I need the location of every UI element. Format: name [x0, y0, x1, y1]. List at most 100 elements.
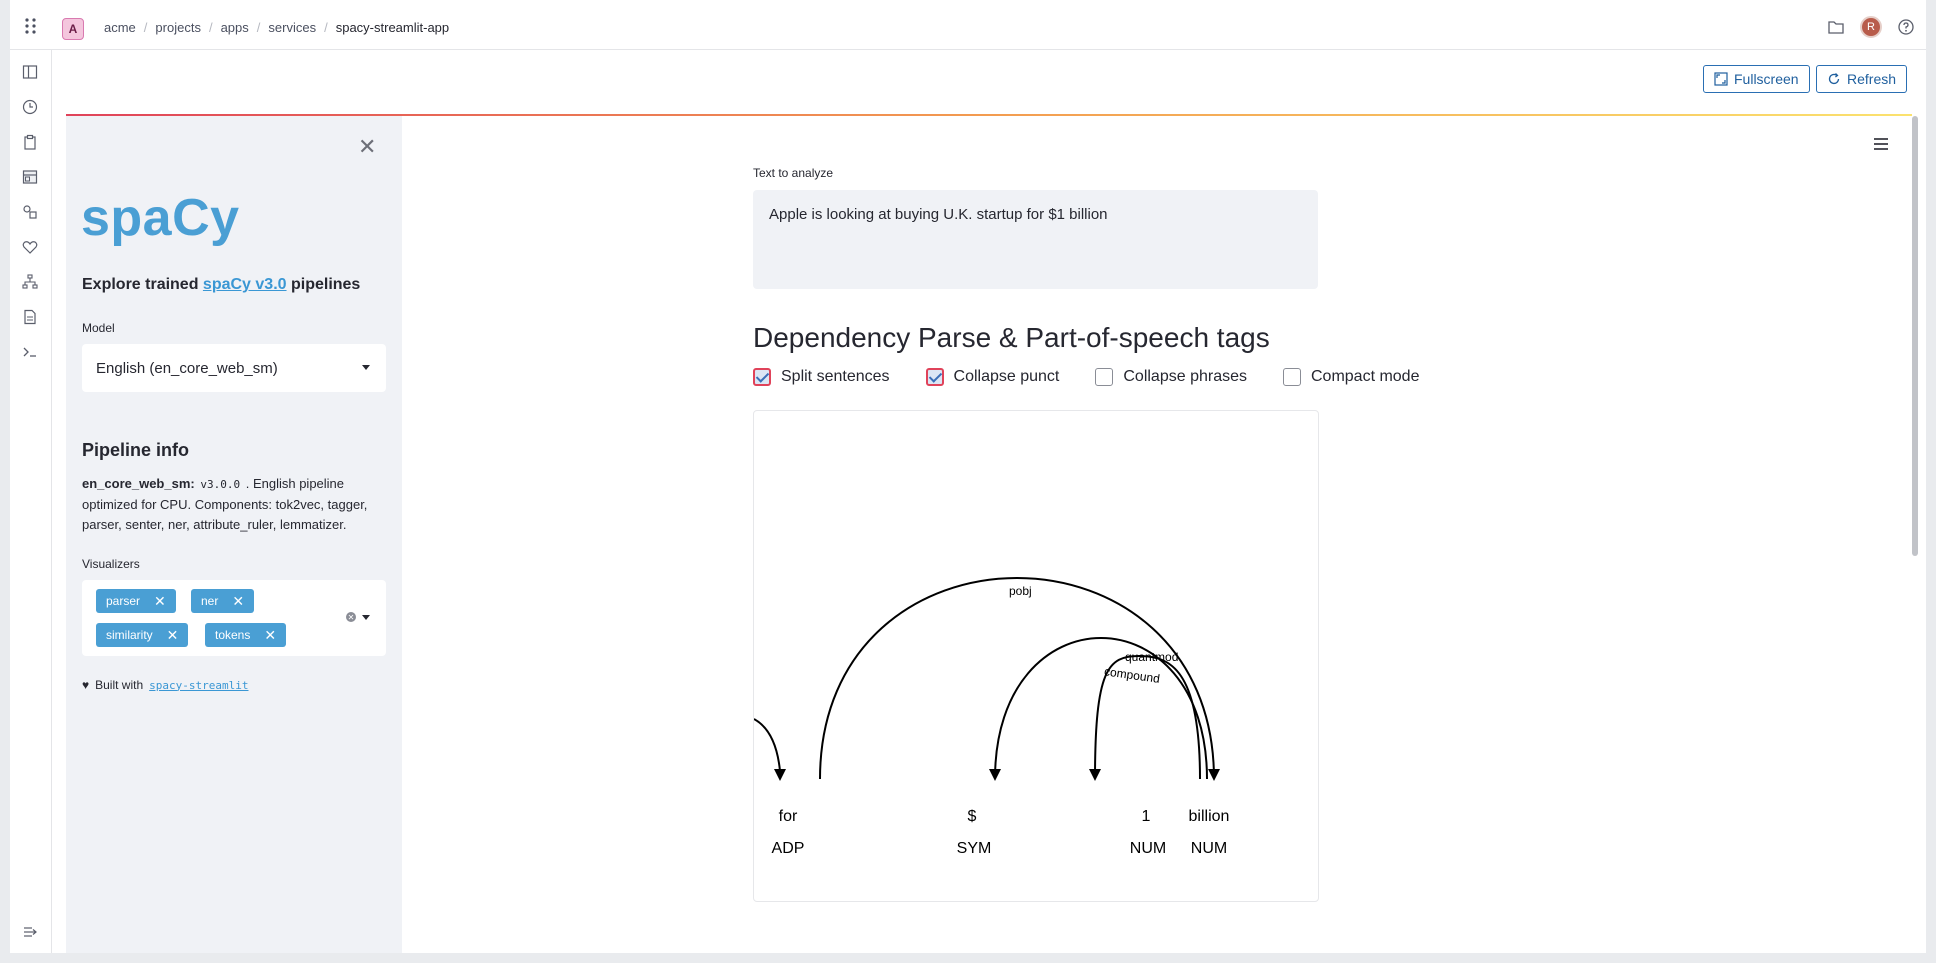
dashboard-icon[interactable]: [22, 169, 38, 185]
checkbox-label: Collapse phrases: [1123, 368, 1247, 385]
spacy-version-link[interactable]: spaCy v3.0: [203, 276, 287, 293]
arc-label-pobj: pobj: [1009, 584, 1032, 598]
token-word: billion: [1189, 808, 1230, 825]
model-label: Model: [82, 321, 115, 335]
model-select-value: English (en_core_web_sm): [96, 359, 278, 377]
clear-all-icon[interactable]: ✕: [346, 612, 356, 622]
document-icon[interactable]: [22, 309, 38, 325]
close-sidebar-icon[interactable]: ✕: [358, 134, 376, 160]
pipeline-info-text: en_core_web_sm: v3.0.0 . English pipelin…: [82, 474, 392, 535]
text-to-analyze-input[interactable]: [753, 190, 1318, 289]
avatar[interactable]: R: [1860, 16, 1882, 38]
explore-heading: Explore trained spaCy v3.0 pipelines: [82, 276, 360, 294]
expand-rail-icon[interactable]: [22, 924, 38, 940]
breadcrumb-services[interactable]: services: [268, 20, 316, 35]
breadcrumb-projects[interactable]: projects: [155, 20, 201, 35]
explore-prefix: Explore trained: [82, 276, 203, 293]
token-tag: ADP: [772, 840, 805, 857]
breadcrumb-separator: /: [256, 20, 261, 35]
checkbox-checked-icon[interactable]: [925, 368, 944, 386]
dependency-parse-svg: pobj quantmod compound for ADP $ SYM 1 N…: [754, 577, 1230, 857]
checkbox-label: Split sentences: [781, 368, 890, 385]
built-with-text: Built with: [95, 678, 144, 692]
checkbox-unchecked-icon[interactable]: [1095, 368, 1114, 386]
checkbox-label: Collapse punct: [953, 368, 1060, 385]
shapes-icon[interactable]: [22, 204, 38, 220]
section-title: Dependency Parse & Part-of-speech tags: [753, 322, 1270, 353]
arrowhead: [1089, 769, 1101, 781]
built-with-note: ♥ Built with spacy-streamlit: [82, 678, 249, 692]
top-navigation-bar: A acme / projects / apps / services / sp…: [10, 0, 1926, 50]
fullscreen-icon: [1714, 72, 1728, 86]
token-word: 1: [1142, 808, 1151, 825]
workspace-badge[interactable]: A: [62, 18, 84, 40]
panel-icon[interactable]: [22, 64, 38, 80]
visualizers-multiselect[interactable]: parser ✕ ner ✕ similarity ✕ tokens ✕ ✕: [82, 580, 386, 656]
remove-chip-icon[interactable]: ✕: [264, 627, 276, 644]
chip-label: ner: [201, 594, 219, 608]
arrowhead: [1208, 769, 1220, 781]
breadcrumb-separator: /: [143, 20, 148, 35]
chip-label: parser: [106, 594, 141, 608]
remove-chip-icon[interactable]: ✕: [232, 593, 244, 610]
remove-chip-icon[interactable]: ✕: [167, 627, 179, 644]
help-icon[interactable]: [1898, 19, 1914, 35]
streamlit-sidebar: ✕ spaCy Explore trained spaCy v3.0 pipel…: [66, 116, 402, 953]
arrowhead: [774, 769, 786, 781]
chip-similarity: similarity ✕: [96, 623, 189, 647]
hierarchy-icon[interactable]: [22, 274, 38, 290]
token-tag: NUM: [1130, 840, 1166, 857]
remove-chip-icon[interactable]: ✕: [154, 593, 166, 610]
compact-mode-checkbox[interactable]: Compact mode: [1282, 368, 1419, 386]
parse-options: Split sentences Collapse punct Collapse …: [753, 368, 1419, 386]
breadcrumb-separator: /: [324, 20, 328, 35]
pipeline-name: en_core_web_sm:: [82, 476, 195, 491]
spacy-streamlit-link[interactable]: spacy-streamlit: [149, 679, 248, 692]
collapse-phrases-checkbox[interactable]: Collapse phrases: [1095, 368, 1247, 386]
folder-icon[interactable]: [1828, 20, 1844, 34]
visualizers-label: Visualizers: [82, 557, 140, 571]
token-word: for: [779, 808, 798, 825]
history-icon[interactable]: [22, 99, 38, 115]
pipeline-info-title: Pipeline info: [82, 440, 190, 460]
heart-pulse-icon[interactable]: [22, 239, 38, 255]
app-frame: A acme / projects / apps / services / sp…: [0, 0, 1936, 963]
refresh-button[interactable]: Refresh: [1816, 65, 1908, 93]
hamburger-menu-icon[interactable]: [1873, 137, 1889, 151]
breadcrumb-acme[interactable]: acme: [104, 20, 136, 35]
chevron-down-icon: [362, 365, 370, 370]
arrowhead: [989, 769, 1001, 781]
refresh-label: Refresh: [1847, 71, 1897, 87]
chevron-down-icon[interactable]: [362, 614, 370, 620]
chip-tokens: tokens ✕: [205, 623, 287, 647]
multiselect-controls: ✕: [346, 612, 370, 622]
refresh-icon: [1828, 73, 1840, 85]
breadcrumb-separator: /: [208, 20, 213, 35]
window-edge-bottom: [0, 953, 1936, 963]
token-tag: NUM: [1191, 840, 1227, 857]
terminal-icon[interactable]: [22, 344, 38, 360]
clipboard-icon[interactable]: [22, 134, 38, 150]
window-edge-left: [0, 0, 10, 963]
breadcrumb-apps[interactable]: apps: [221, 20, 249, 35]
chip-parser: parser ✕: [96, 589, 176, 613]
arc-label-compound: compound: [1103, 664, 1160, 686]
collapse-punct-checkbox[interactable]: Collapse punct: [925, 368, 1060, 386]
dependency-parse-visualization[interactable]: pobj quantmod compound for ADP $ SYM 1 N…: [753, 410, 1319, 902]
heart-icon: ♥: [82, 678, 90, 692]
scrollbar[interactable]: [1912, 116, 1918, 556]
split-sentences-checkbox[interactable]: Split sentences: [753, 368, 890, 386]
spacy-logo: spaCy: [81, 189, 240, 247]
fullscreen-label: Fullscreen: [1734, 71, 1799, 87]
app-launcher-icon[interactable]: [24, 18, 38, 34]
model-select[interactable]: English (en_core_web_sm): [82, 344, 386, 392]
breadcrumb: acme / projects / apps / services / spac…: [104, 20, 449, 35]
arc-offscreen: [754, 718, 781, 772]
text-to-analyze-label: Text to analyze: [753, 166, 834, 180]
chip-label: tokens: [215, 628, 251, 642]
checkbox-unchecked-icon[interactable]: [1282, 368, 1301, 386]
top-right-actions: R: [1828, 16, 1914, 38]
checkbox-checked-icon[interactable]: [753, 368, 771, 386]
fullscreen-button[interactable]: Fullscreen: [1703, 65, 1810, 93]
chip-label: similarity: [106, 628, 153, 642]
